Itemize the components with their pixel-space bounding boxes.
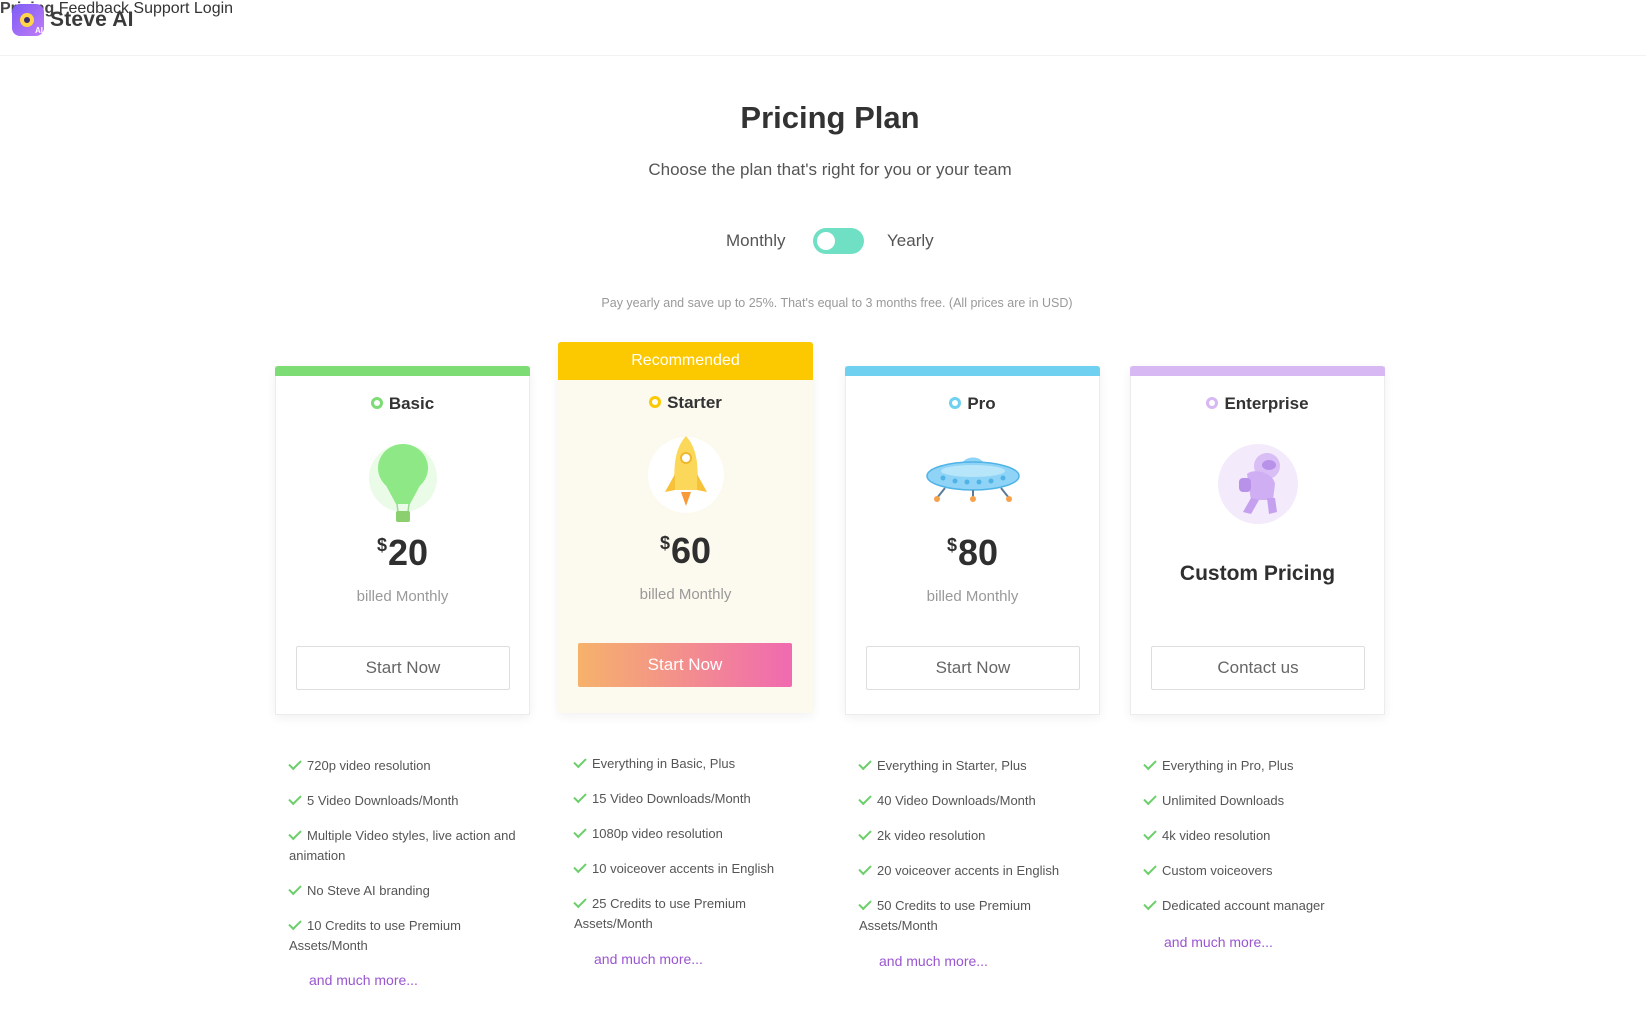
nav-support-link[interactable]: Support	[133, 0, 189, 17]
feature-item: 2k video resolution	[858, 826, 1099, 846]
feature-item: 10 voiceover accents in English	[573, 859, 814, 879]
feature-item: Everything in Starter, Plus	[858, 756, 1099, 776]
feature-item: 1080p video resolution	[573, 824, 814, 844]
feature-item: Multiple Video styles, live action and a…	[288, 826, 516, 863]
monthly-label[interactable]: Monthly	[726, 231, 786, 251]
billing-period-text: billed Monthly	[639, 586, 732, 603]
and-much-more-link[interactable]: and much more...	[1164, 934, 1273, 950]
feature-item: 5 Video Downloads/Month	[288, 791, 529, 811]
plan-features-enterprise: Everything in Pro, Plus Unlimited Downlo…	[1143, 756, 1384, 931]
recommended-badge: Recommended	[558, 342, 813, 380]
check-icon	[1143, 896, 1157, 911]
ufo-icon	[925, 457, 1020, 502]
contact-us-button[interactable]: Contact us	[1151, 646, 1365, 690]
check-icon	[1143, 756, 1157, 771]
page-subtitle: Choose the plan that's right for you or …	[648, 160, 1012, 179]
plan-features-basic: 720p video resolution 5 Video Downloads/…	[288, 756, 529, 971]
plan-color-bar	[845, 366, 1100, 376]
start-now-button[interactable]: Start Now	[296, 646, 510, 690]
start-now-button[interactable]: Start Now	[866, 646, 1080, 690]
plan-name: Pro	[846, 394, 1099, 414]
check-icon	[573, 894, 587, 909]
check-icon	[288, 826, 302, 841]
astronaut-icon	[1217, 444, 1298, 524]
yearly-savings-note: Pay yearly and save up to 25%. That's eq…	[601, 296, 1073, 310]
rocket-icon	[647, 436, 724, 513]
plan-card-pro: Pro $80 billed Monthly Start Now	[845, 366, 1100, 715]
check-icon	[288, 881, 302, 896]
feature-item: Dedicated account manager	[1143, 896, 1384, 916]
yearly-label[interactable]: Yearly	[887, 231, 934, 251]
custom-pricing-text: Custom Pricing	[1179, 562, 1336, 585]
plan-color-bar	[275, 366, 530, 376]
feature-item: 4k video resolution	[1143, 826, 1384, 846]
feature-item: Everything in Pro, Plus	[1143, 756, 1384, 776]
check-icon	[858, 756, 872, 771]
check-icon	[573, 754, 587, 769]
plan-price: $60	[659, 530, 712, 571]
feature-item: 25 Credits to use Premium Assets/Month	[573, 894, 746, 931]
plan-name: Enterprise	[1131, 394, 1384, 414]
check-icon	[288, 756, 302, 771]
plan-color-bar	[1130, 366, 1385, 376]
and-much-more-link[interactable]: and much more...	[879, 953, 988, 969]
check-icon	[573, 859, 587, 874]
start-now-button[interactable]: Start Now	[578, 643, 792, 687]
feature-item: 40 Video Downloads/Month	[858, 791, 1099, 811]
and-much-more-link[interactable]: and much more...	[309, 972, 418, 988]
brand-name: Steve AI	[50, 8, 134, 31]
check-icon	[858, 791, 872, 806]
hot-air-balloon-icon	[368, 444, 437, 522]
plan-features-starter: Everything in Basic, Plus 15 Video Downl…	[573, 754, 814, 949]
steve-ai-logo-icon: AI	[12, 4, 44, 36]
plan-card-starter: Recommended Starter $60 billed Monthly S…	[558, 342, 813, 713]
plan-name: Starter	[558, 393, 813, 413]
check-icon	[573, 824, 587, 839]
plan-features-pro: Everything in Starter, Plus 40 Video Dow…	[858, 756, 1099, 951]
check-icon	[288, 791, 302, 806]
billing-period-text: billed Monthly	[926, 588, 1019, 605]
nav-login-link[interactable]: Login	[194, 0, 233, 17]
switch-knob	[817, 232, 835, 250]
plan-price: $80	[946, 532, 999, 573]
check-icon	[858, 826, 872, 841]
plan-dot-icon	[649, 396, 662, 408]
check-icon	[858, 896, 872, 911]
check-icon	[1143, 861, 1157, 876]
feature-item: Custom voiceovers	[1143, 861, 1384, 881]
check-icon	[288, 916, 302, 931]
plan-dot-icon	[949, 397, 962, 409]
plan-dot-icon	[370, 397, 383, 409]
plan-card-basic: Basic $20 billed Monthly Start Now	[275, 366, 530, 715]
feature-item: 720p video resolution	[288, 756, 529, 776]
check-icon	[573, 789, 587, 804]
feature-item: 10 Credits to use Premium Assets/Month	[288, 916, 461, 953]
feature-item: 15 Video Downloads/Month	[573, 789, 814, 809]
check-icon	[1143, 791, 1157, 806]
billing-toggle-row: Monthly Yearly	[0, 228, 1646, 254]
brand[interactable]: AI Steve AI	[12, 4, 134, 36]
plan-card-enterprise: Enterprise Custom Pricing Contact us	[1130, 366, 1385, 715]
plan-dot-icon	[1206, 397, 1219, 409]
feature-item: 50 Credits to use Premium Assets/Month	[858, 896, 1031, 933]
plan-name: Basic	[276, 394, 529, 414]
feature-item: Everything in Basic, Plus	[573, 754, 814, 774]
page-title: Pricing Plan	[740, 100, 920, 135]
check-icon	[1143, 826, 1157, 841]
feature-item: 20 voiceover accents in English	[858, 861, 1099, 881]
billing-period-switch[interactable]	[813, 228, 864, 254]
feature-item: No Steve AI branding	[288, 881, 529, 901]
billing-period-text: billed Monthly	[356, 588, 449, 605]
and-much-more-link[interactable]: and much more...	[594, 951, 703, 967]
feature-item: Unlimited Downloads	[1143, 791, 1384, 811]
plan-price: $20	[376, 532, 429, 573]
top-navbar: AI Steve AI Pricing Feedback Support Log…	[0, 0, 1646, 56]
check-icon	[858, 861, 872, 876]
